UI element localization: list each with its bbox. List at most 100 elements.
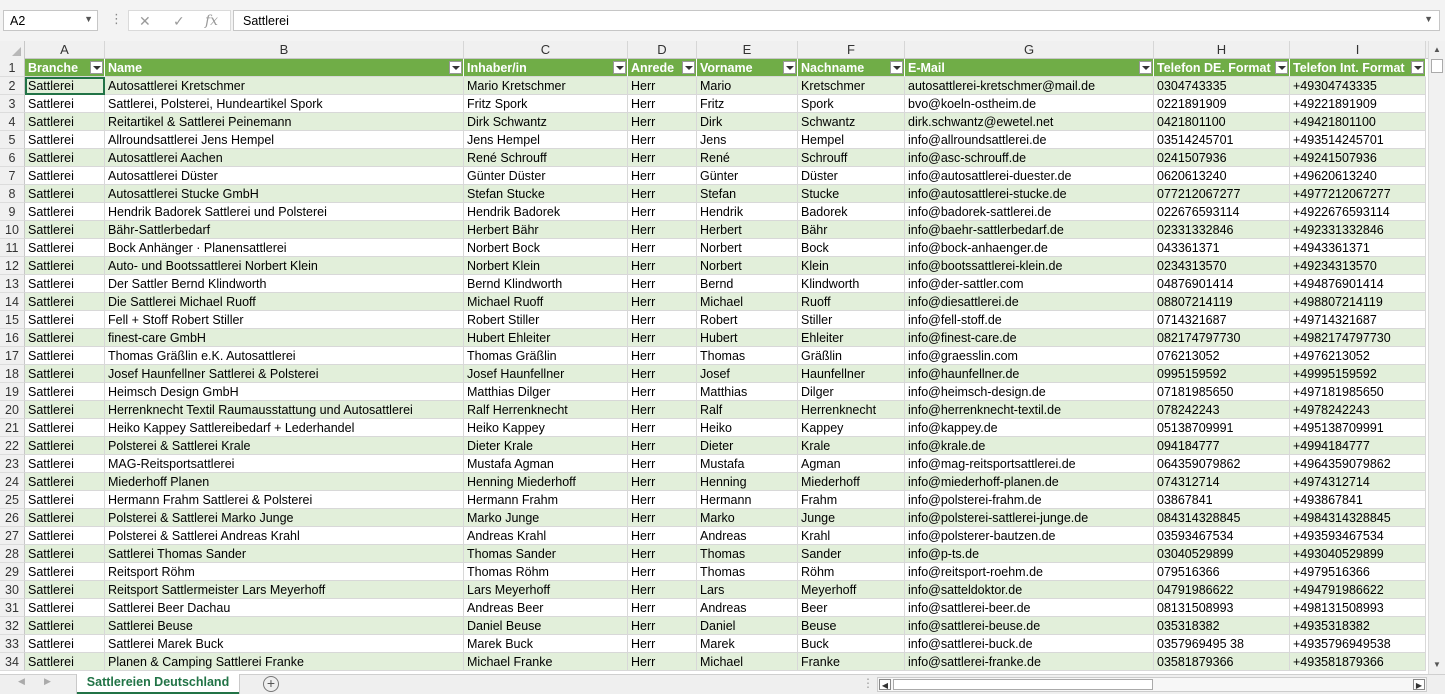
row-number[interactable]: 21 xyxy=(0,419,25,437)
cell-i[interactable]: +49620613240 xyxy=(1290,167,1426,185)
cell-b[interactable]: Reitsport Sattlermeister Lars Meyerhoff xyxy=(105,581,464,599)
row-number[interactable]: 7 xyxy=(0,167,25,185)
row-number[interactable]: 10 xyxy=(0,221,25,239)
cell-d[interactable]: Herr xyxy=(628,311,697,329)
cell-a[interactable]: Sattlerei xyxy=(25,383,105,401)
cell-e[interactable]: Marek xyxy=(697,635,798,653)
column-header-c[interactable]: C xyxy=(464,41,628,59)
cell-i[interactable]: +4977212067277 xyxy=(1290,185,1426,203)
row-number[interactable]: 2 xyxy=(0,77,25,95)
enter-icon[interactable]: ✓ xyxy=(173,13,185,30)
cell-i[interactable]: +49221891909 xyxy=(1290,95,1426,113)
cell-a[interactable]: Sattlerei xyxy=(25,401,105,419)
cell-f[interactable]: Schrouff xyxy=(798,149,905,167)
cell-d[interactable]: Herr xyxy=(628,653,697,671)
cell-a[interactable]: Sattlerei xyxy=(25,275,105,293)
cell-b[interactable]: Autosattlerei Aachen xyxy=(105,149,464,167)
cancel-icon[interactable]: ✕ xyxy=(139,13,151,30)
cell-d[interactable]: Herr xyxy=(628,275,697,293)
cell-a[interactable]: Sattlerei xyxy=(25,239,105,257)
cell-e[interactable]: Ralf xyxy=(697,401,798,419)
cell-g[interactable]: info@heimsch-design.de xyxy=(905,383,1154,401)
expand-formula-icon[interactable]: ▼ xyxy=(1424,14,1433,24)
filter-dropdown-icon[interactable] xyxy=(682,61,695,74)
cell-b[interactable]: Reitsport Röhm xyxy=(105,563,464,581)
cell-c[interactable]: Dirk Schwantz xyxy=(464,113,628,131)
vertical-scrollbar[interactable]: ▲ ▼ xyxy=(1428,41,1445,674)
cell-c[interactable]: Matthias Dilger xyxy=(464,383,628,401)
row-number[interactable]: 30 xyxy=(0,581,25,599)
cell-e[interactable]: Heiko xyxy=(697,419,798,437)
cell-h[interactable]: 0714321687 xyxy=(1154,311,1290,329)
cell-b[interactable]: Bähr-Sattlerbedarf xyxy=(105,221,464,239)
cell-i[interactable]: +493040529899 xyxy=(1290,545,1426,563)
add-sheet-button[interactable]: + xyxy=(263,676,279,692)
cell-g[interactable]: info@haunfellner.de xyxy=(905,365,1154,383)
cell-f[interactable]: Badorek xyxy=(798,203,905,221)
cell-e[interactable]: Josef xyxy=(697,365,798,383)
next-sheet-icon[interactable]: ▶ xyxy=(44,676,51,687)
cell-b[interactable]: Auto- und Bootssattlerei Norbert Klein xyxy=(105,257,464,275)
cell-e[interactable]: Hubert xyxy=(697,329,798,347)
row-number[interactable]: 26 xyxy=(0,509,25,527)
cell-a[interactable]: Sattlerei xyxy=(25,545,105,563)
cell-f[interactable]: Beuse xyxy=(798,617,905,635)
filter-dropdown-icon[interactable] xyxy=(90,61,103,74)
row-number[interactable]: 1 xyxy=(0,59,25,77)
row-number[interactable]: 12 xyxy=(0,257,25,275)
cell-i[interactable]: +4976213052 xyxy=(1290,347,1426,365)
header-cell-a[interactable]: Branche xyxy=(25,59,105,77)
header-cell-h[interactable]: Telefon DE. Format xyxy=(1154,59,1290,77)
cell-i[interactable]: +494791986622 xyxy=(1290,581,1426,599)
cell-c[interactable]: Norbert Klein xyxy=(464,257,628,275)
cell-d[interactable]: Herr xyxy=(628,77,697,95)
cell-h[interactable]: 0421801100 xyxy=(1154,113,1290,131)
filter-dropdown-icon[interactable] xyxy=(1275,61,1288,74)
cell-d[interactable]: Herr xyxy=(628,617,697,635)
cell-g[interactable]: info@autosattlerei-duester.de xyxy=(905,167,1154,185)
cell-e[interactable]: Herbert xyxy=(697,221,798,239)
cell-h[interactable]: 07181985650 xyxy=(1154,383,1290,401)
cell-g[interactable]: info@finest-care.de xyxy=(905,329,1154,347)
cell-e[interactable]: Hendrik xyxy=(697,203,798,221)
column-header-d[interactable]: D xyxy=(628,41,697,59)
cell-a[interactable]: Sattlerei xyxy=(25,185,105,203)
cell-f[interactable]: Ehleiter xyxy=(798,329,905,347)
cell-g[interactable]: dirk.schwantz@ewetel.net xyxy=(905,113,1154,131)
cell-c[interactable]: Bernd Klindworth xyxy=(464,275,628,293)
row-number[interactable]: 31 xyxy=(0,599,25,617)
cell-g[interactable]: info@sattlerei-beer.de xyxy=(905,599,1154,617)
cell-b[interactable]: Allroundsattlerei Jens Hempel xyxy=(105,131,464,149)
cell-b[interactable]: Bock Anhänger · Planensattlerei xyxy=(105,239,464,257)
cell-f[interactable]: Dilger xyxy=(798,383,905,401)
cell-f[interactable]: Herrenknecht xyxy=(798,401,905,419)
cell-e[interactable]: Robert xyxy=(697,311,798,329)
column-header-g[interactable]: G xyxy=(905,41,1154,59)
cell-a[interactable]: Sattlerei xyxy=(25,563,105,581)
cell-i[interactable]: +4984314328845 xyxy=(1290,509,1426,527)
filter-dropdown-icon[interactable] xyxy=(783,61,796,74)
cell-a[interactable]: Sattlerei xyxy=(25,149,105,167)
scroll-down-icon[interactable]: ▼ xyxy=(1431,659,1443,671)
cell-d[interactable]: Herr xyxy=(628,329,697,347)
row-number[interactable]: 15 xyxy=(0,311,25,329)
cell-f[interactable]: Sander xyxy=(798,545,905,563)
cell-i[interactable]: +4979516366 xyxy=(1290,563,1426,581)
header-cell-b[interactable]: Name xyxy=(105,59,464,77)
cell-e[interactable]: Daniel xyxy=(697,617,798,635)
cell-i[interactable]: +492331332846 xyxy=(1290,221,1426,239)
cell-d[interactable]: Herr xyxy=(628,347,697,365)
filter-dropdown-icon[interactable] xyxy=(613,61,626,74)
cell-g[interactable]: bvo@koeln-ostheim.de xyxy=(905,95,1154,113)
header-cell-i[interactable]: Telefon Int. Format xyxy=(1290,59,1426,77)
cell-h[interactable]: 094184777 xyxy=(1154,437,1290,455)
cell-i[interactable]: +49995159592 xyxy=(1290,365,1426,383)
cell-h[interactable]: 076213052 xyxy=(1154,347,1290,365)
cell-d[interactable]: Herr xyxy=(628,473,697,491)
cell-d[interactable]: Herr xyxy=(628,257,697,275)
cell-g[interactable]: info@reitsport-roehm.de xyxy=(905,563,1154,581)
row-number[interactable]: 8 xyxy=(0,185,25,203)
cell-f[interactable]: Hempel xyxy=(798,131,905,149)
cell-g[interactable]: info@polsterei-frahm.de xyxy=(905,491,1154,509)
cell-c[interactable]: Robert Stiller xyxy=(464,311,628,329)
